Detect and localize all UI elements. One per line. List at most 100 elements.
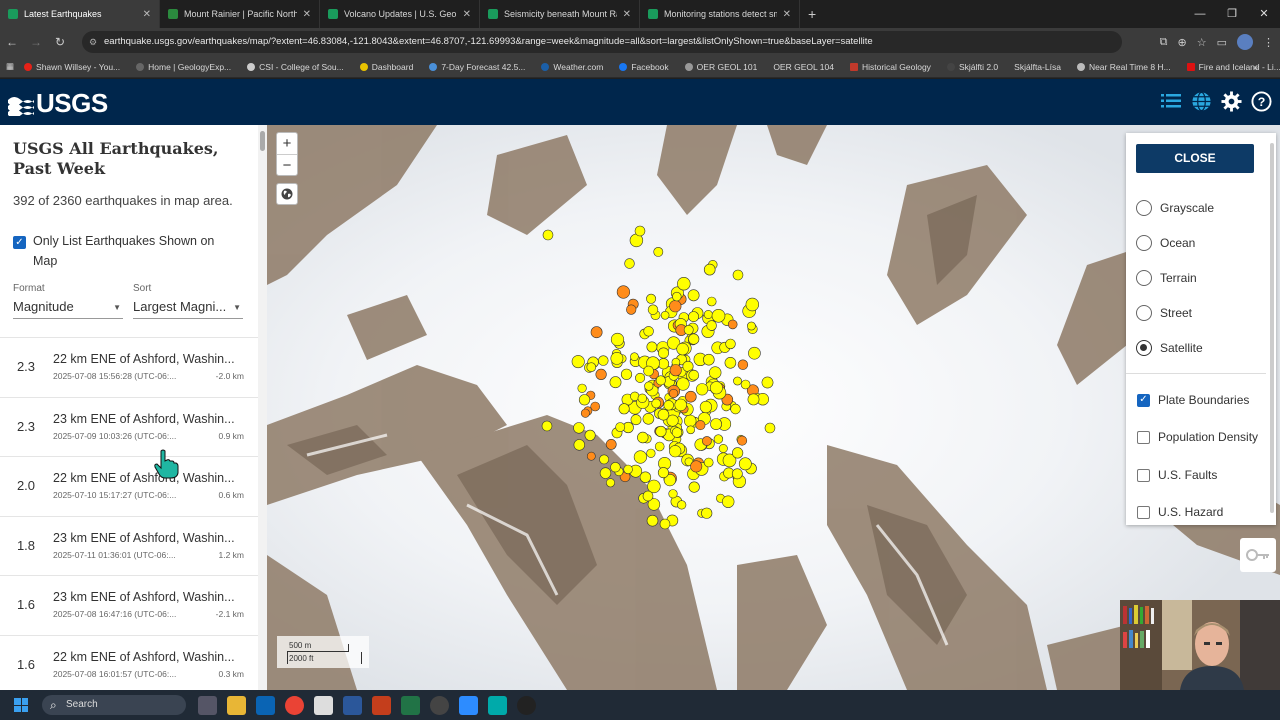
earthquake-marker[interactable] <box>646 293 657 304</box>
basemap-option-grayscale[interactable]: Grayscale <box>1136 200 1214 216</box>
earthquake-list-item[interactable]: 1.8 23 km ENE of Ashford, Washin... 2025… <box>0 517 258 576</box>
earthquake-marker[interactable] <box>703 310 713 320</box>
earthquake-marker[interactable] <box>701 436 712 446</box>
bookmark-item[interactable]: OER GEOL 101 <box>684 62 757 72</box>
earthquake-marker[interactable] <box>635 372 646 383</box>
forward-icon[interactable]: → <box>24 35 48 49</box>
apps-icon[interactable]: ▦ <box>6 61 14 72</box>
earthquake-marker[interactable] <box>746 321 756 331</box>
earthquake-marker[interactable] <box>637 431 649 444</box>
zoom-out-button[interactable]: − <box>277 154 297 175</box>
earthquake-marker[interactable] <box>703 263 716 276</box>
scrollbar-thumb[interactable] <box>260 131 265 151</box>
bookmark-item[interactable]: Home | GeologyExp... <box>136 62 231 72</box>
earthquake-marker[interactable] <box>643 326 654 337</box>
bookmark-item[interactable]: Skjálfti 2.0 <box>946 62 998 72</box>
earthquake-marker[interactable] <box>669 445 682 458</box>
earthquake-marker[interactable] <box>577 383 587 393</box>
outlook-icon[interactable] <box>256 695 275 715</box>
earthquake-list-item[interactable]: 2.3 23 km ENE of Ashford, Washin... 2025… <box>0 398 258 457</box>
new-tab-icon[interactable]: + <box>808 6 816 22</box>
tab-volcano-updates[interactable]: Volcano Updates | U.S. Geologi ✕ <box>320 0 480 28</box>
earthquake-list-item[interactable]: 1.6 22 km ENE of Ashford, Washin... 2025… <box>0 636 258 691</box>
earthquake-marker[interactable] <box>605 438 617 450</box>
earthquake-marker[interactable] <box>573 439 585 451</box>
earthquake-marker[interactable] <box>610 332 625 347</box>
earthquake-marker[interactable] <box>732 447 744 459</box>
tab-monitoring-stations[interactable]: Monitoring stations detect sma ✕ <box>640 0 800 28</box>
edge-icon[interactable] <box>488 695 507 715</box>
earthquake-marker[interactable] <box>642 490 654 502</box>
bookmark-item[interactable]: Weather.com <box>541 62 603 72</box>
earthquake-marker[interactable] <box>695 420 706 431</box>
earthquake-marker[interactable] <box>586 451 596 461</box>
earthquake-marker[interactable] <box>684 390 697 403</box>
earthquake-marker[interactable] <box>677 277 691 291</box>
earthquake-marker[interactable] <box>669 364 682 377</box>
earthquake-marker[interactable] <box>713 434 724 444</box>
radio-button[interactable] <box>1136 270 1152 286</box>
bookmark-item[interactable]: CSI - College of Sou... <box>247 62 344 72</box>
bookmark-item[interactable]: Skjálfta-Lísa <box>1014 62 1061 72</box>
earthquake-marker[interactable] <box>761 376 774 389</box>
earthquake-marker[interactable] <box>709 381 723 395</box>
taskbar-search[interactable]: Search <box>42 695 186 715</box>
basemap-option-satellite[interactable]: Satellite <box>1136 340 1203 356</box>
earthquake-marker[interactable] <box>634 225 646 237</box>
media-player-icon[interactable] <box>517 695 536 715</box>
zoom-icon[interactable]: ⊕ <box>1178 36 1187 49</box>
earthquake-marker[interactable] <box>701 507 713 519</box>
minimize-icon[interactable]: — <box>1184 0 1216 28</box>
checkbox[interactable] <box>1137 468 1150 482</box>
earthquake-marker[interactable] <box>688 333 700 345</box>
earthquake-marker[interactable] <box>677 500 687 510</box>
earthquake-marker[interactable] <box>657 358 670 370</box>
close-button[interactable]: CLOSE <box>1136 144 1254 173</box>
earthquake-marker[interactable] <box>696 383 709 396</box>
earthquake-marker[interactable] <box>615 422 626 432</box>
bookmark-item[interactable]: Near Real Time 8 H... <box>1076 62 1171 72</box>
radio-button[interactable] <box>1136 340 1152 356</box>
zoom-icon[interactable] <box>459 695 478 715</box>
earthquake-marker[interactable] <box>703 457 714 468</box>
earthquake-marker[interactable] <box>571 355 585 369</box>
earthquake-marker[interactable] <box>740 379 751 390</box>
sidebar-scrollbar[interactable] <box>258 125 267 690</box>
earthquake-marker[interactable] <box>647 479 661 494</box>
earthquake-marker[interactable] <box>573 422 585 434</box>
earthquake-marker[interactable] <box>578 394 591 406</box>
earthquake-marker[interactable] <box>595 368 607 380</box>
earthquake-marker[interactable] <box>706 320 717 331</box>
earthquake-marker[interactable] <box>624 258 635 269</box>
earthquake-marker[interactable] <box>745 297 759 312</box>
earthquake-marker[interactable] <box>586 362 597 372</box>
earthquake-marker[interactable] <box>669 300 682 313</box>
bookmark-item[interactable]: Fire and Iceland - Li... <box>1186 62 1280 72</box>
earthquake-list-item[interactable]: 2.0 22 km ENE of Ashford, Washin... 2025… <box>0 457 258 517</box>
earthquake-marker[interactable] <box>655 425 667 438</box>
earthquake-marker[interactable] <box>672 291 682 302</box>
powerpoint-icon[interactable] <box>372 695 391 715</box>
earthquake-marker[interactable] <box>738 457 752 471</box>
earthquake-marker[interactable] <box>671 427 683 438</box>
earthquake-marker[interactable] <box>709 366 722 379</box>
close-tab-icon[interactable]: ✕ <box>623 9 631 20</box>
close-tab-icon[interactable]: ✕ <box>783 9 791 20</box>
earthquake-marker[interactable] <box>702 353 715 366</box>
close-tab-icon[interactable]: ✕ <box>143 9 151 20</box>
earthquake-marker[interactable] <box>699 400 713 414</box>
earthquake-marker[interactable] <box>639 471 652 483</box>
legend-button[interactable] <box>1240 538 1276 572</box>
earthquake-marker[interactable] <box>663 400 674 411</box>
earthquake-marker[interactable] <box>676 342 689 356</box>
list-icon[interactable] <box>1160 90 1182 112</box>
overlay-us-hazard[interactable]: U.S. Hazard <box>1137 505 1223 519</box>
earthquake-list-item[interactable]: 2.3 22 km ENE of Ashford, Washin... 2025… <box>0 338 258 398</box>
earthquake-marker[interactable] <box>733 376 742 386</box>
profile-avatar[interactable] <box>1237 34 1253 50</box>
bookmark-item[interactable]: OER GEOL 104 <box>773 62 834 72</box>
earthquake-marker[interactable] <box>725 338 736 350</box>
overlay-plate-boundaries[interactable]: Plate Boundaries <box>1137 393 1249 407</box>
extensions-icon[interactable]: ▭ <box>1217 36 1227 49</box>
earthquake-marker[interactable] <box>599 467 612 479</box>
